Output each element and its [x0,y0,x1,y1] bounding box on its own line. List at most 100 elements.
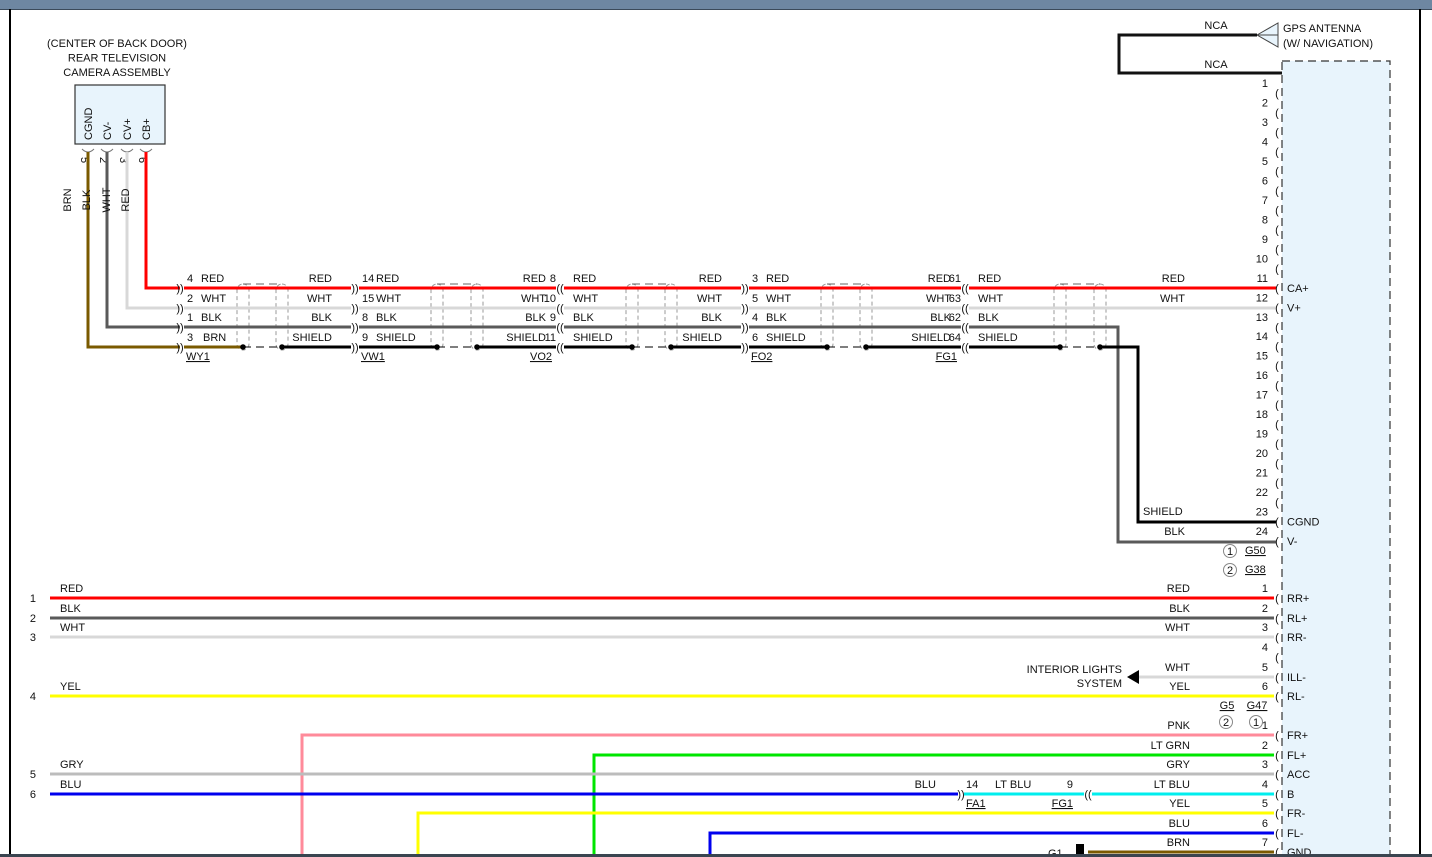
connector-female-icon: (( [556,303,564,315]
ground-callout-number: 2 [1223,717,1229,729]
camera-pin-name: CB+ [141,118,153,140]
connector-pin-icon: ( [1275,652,1279,664]
connector-female-icon: (( [961,283,969,295]
harness-wire-color: SHIELD [376,332,416,344]
wire-color-label: LT BLU [1154,779,1190,791]
connector-id-fo2: FO2 [751,351,772,363]
connector-id-fa1: FA1 [966,798,986,810]
shield-ellipse [859,283,873,351]
wire-color-label: BLU [915,779,936,791]
harness-pin-number: 14 [966,779,978,791]
connector-pin-icon: ( [1275,750,1279,762]
unit-pin-number: 4 [1262,642,1268,654]
unit-pin-number: 2 [1262,603,1268,615]
unit-pin-number: 3 [1262,622,1268,634]
interior-lights-label: SYSTEM [1077,678,1122,690]
shield-ellipse [236,283,250,351]
harness-pin-number: 3 [187,332,193,344]
connector-pin-icon: ( [1275,146,1279,158]
harness-wire-color: WHT [926,293,951,305]
wire-color-label: BRN [1167,837,1190,849]
harness-pin-number: 1 [187,312,193,324]
harness-wire-color: BLK [701,312,722,324]
connector-pin-icon: ( [1275,769,1279,781]
harness-pin-number: 61 [949,273,961,285]
splice-dot [1057,344,1063,350]
camera-wire-wht [125,152,180,310]
connector-female-icon: (( [556,322,564,334]
harness-pin-number: 62 [949,312,961,324]
harness-wire-color: SHIELD [573,332,613,344]
harness-pin-number: 6 [30,789,36,801]
connector-male-icon: )) [351,322,358,334]
connector-male-icon: )) [351,303,358,315]
wire-color-label: WHT [1165,622,1190,634]
splice-dot [824,344,830,350]
shield-ellipse [275,283,289,351]
wire-color-label: GRY [60,759,84,771]
harness-pin-number: 9 [1067,779,1073,791]
unit-pin-number: 1 [1262,583,1268,595]
connector-pin-icon: ( [1275,361,1279,373]
connector-male-icon: )) [741,303,748,315]
harness-wire-color: SHIELD [766,332,806,344]
shield-ellipse [1053,283,1067,351]
harness-pin-number: 8 [362,312,368,324]
unit-pin-function: FR- [1287,808,1306,820]
gps-antenna-title: GPS ANTENNA [1283,23,1362,35]
camera-wire-color: BRN [62,188,74,211]
connector-pin-icon: ( [1275,478,1279,490]
camera-title: REAR TELEVISION [68,53,166,65]
connector-pin-icon: ( [1275,205,1279,217]
splice-dot [434,344,440,350]
harness-pin-number: 2 [30,613,36,625]
harness-pin-number: 63 [949,293,961,305]
harness-wire-color: BLK [311,312,332,324]
unit-pin-function: ILL- [1287,672,1306,684]
harness-pin-number: 3 [30,632,36,644]
camera-wire-color: WHT [101,187,113,212]
connector-pin-icon: ( [1275,283,1279,295]
harness-wire-color: BLK [525,312,546,324]
ground-id: G38 [1245,564,1266,576]
unit-pin-function: ACC [1287,769,1310,781]
splice-dot [1097,344,1103,350]
unit-pin-number: 8 [1262,214,1268,226]
connector-male-icon: )) [957,789,964,801]
harness-pin-number: 10 [544,293,556,305]
unit-pin-function: CGND [1287,517,1319,529]
unit-pin-function: FR+ [1287,730,1308,742]
connector-male-icon: )) [351,283,358,295]
unit-pin-number: 16 [1256,370,1268,382]
wire-color-label: YEL [1169,798,1190,810]
unit-pin-function: RL- [1287,691,1305,703]
unit-pin-number: 15 [1256,351,1268,363]
harness-pin-number: 9 [362,332,368,344]
connector-pin-icon: ( [1275,458,1279,470]
connector-male-icon: )) [351,342,358,354]
camera-pin-name: CGND [83,108,95,140]
ground-id: G5 [1220,700,1235,712]
connector-id-fg1: FG1 [1052,798,1073,810]
harness-wire-color: RED [573,273,596,285]
connector-pin-icon: ( [1275,244,1279,256]
unit-pin-number: 10 [1256,253,1268,265]
connector-male-icon: )) [741,322,748,334]
connector-id-vo2: VO2 [530,351,552,363]
harness-wire-color: SHIELD [682,332,722,344]
camera-wire-brn [86,152,180,349]
harness-wire-color: BLK [978,312,999,324]
connector-male-icon: )) [176,322,183,334]
connector-pin-icon: ( [1275,789,1279,801]
connector-id-vw1: VW1 [361,351,385,363]
unit-pin-number: 7 [1262,195,1268,207]
unit-pin-number: 22 [1256,487,1268,499]
connector-id-fg1: FG1 [936,351,957,363]
harness-wire-color: SHIELD [292,332,332,344]
splice-dot [474,344,480,350]
arrow-left-icon [1127,670,1139,684]
camera-pin-name: CV- [102,121,114,140]
camera-wire-color: BLK [81,189,93,210]
wire-blk [969,325,1276,544]
connector-female-icon: (( [961,342,969,354]
